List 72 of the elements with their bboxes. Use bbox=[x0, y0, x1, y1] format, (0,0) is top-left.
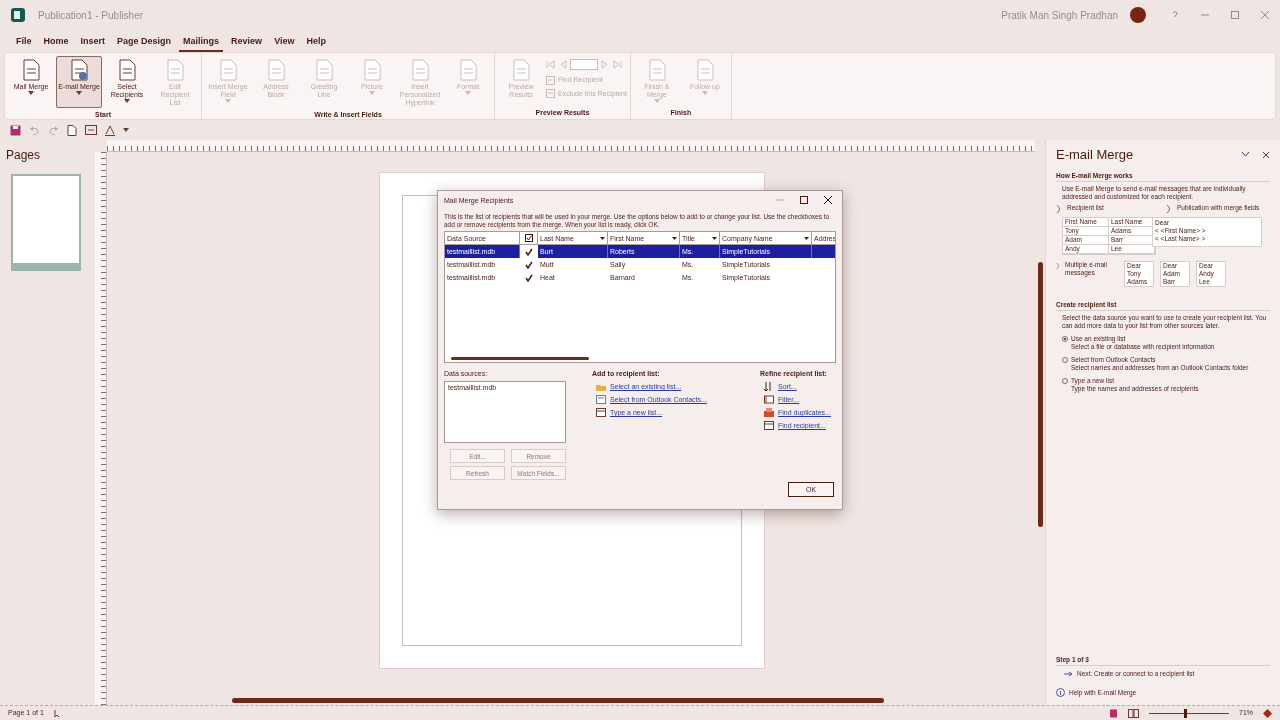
document-icon bbox=[69, 59, 89, 81]
window-title: Publication1 - Publisher bbox=[38, 8, 144, 23]
help-icon bbox=[1170, 10, 1180, 20]
document-icon bbox=[410, 59, 430, 81]
document-icon bbox=[511, 59, 531, 81]
cursor-icon bbox=[53, 708, 62, 718]
menu-tab[interactable]: Review bbox=[227, 34, 267, 52]
document-icon bbox=[646, 59, 667, 81]
document-icon bbox=[314, 59, 334, 81]
document-icon bbox=[362, 59, 382, 81]
sort-caret-icon bbox=[672, 236, 677, 240]
slider-thumb[interactable] bbox=[1183, 708, 1187, 718]
save-icon bbox=[10, 124, 21, 136]
contacts-icon bbox=[596, 395, 606, 404]
close-icon bbox=[1262, 151, 1270, 159]
minimize-icon bbox=[776, 196, 784, 204]
help-icon bbox=[1056, 688, 1065, 697]
document-icon bbox=[165, 59, 185, 81]
pages-pane-title: Pages bbox=[6, 147, 42, 164]
menu-tab[interactable]: Help bbox=[302, 34, 330, 52]
list-icon bbox=[546, 75, 555, 85]
close-icon bbox=[1260, 10, 1270, 20]
arrow-right-icon bbox=[1064, 671, 1073, 677]
fit-page-icon bbox=[1263, 708, 1272, 718]
sort-caret-icon bbox=[712, 236, 717, 240]
maximize-icon bbox=[800, 196, 808, 204]
chevron-down-icon bbox=[1241, 151, 1250, 157]
menu-tab[interactable]: File bbox=[12, 34, 36, 52]
two-page-icon bbox=[1128, 708, 1139, 718]
menu-tab[interactable]: Page Design bbox=[113, 34, 176, 52]
first-record-icon bbox=[546, 59, 555, 69]
sort-caret-icon bbox=[600, 236, 605, 240]
duplicates-icon bbox=[764, 408, 774, 417]
vertical-scrollbar[interactable] bbox=[1038, 262, 1043, 527]
horizontal-scrollbar[interactable] bbox=[232, 698, 884, 703]
task-pane-title: E-mail Merge bbox=[1056, 146, 1134, 164]
font-color-icon bbox=[105, 124, 115, 136]
find-icon bbox=[764, 421, 774, 430]
document-icon bbox=[266, 59, 286, 81]
last-record-icon bbox=[613, 59, 622, 69]
filter-icon bbox=[764, 395, 774, 404]
text-box-icon bbox=[85, 125, 97, 135]
menu-tab[interactable]: View bbox=[270, 34, 299, 52]
list-icon bbox=[546, 89, 555, 99]
avatar bbox=[1130, 7, 1146, 23]
sort-icon bbox=[764, 382, 774, 391]
document-icon bbox=[458, 59, 478, 81]
page-thumbnail[interactable] bbox=[11, 174, 81, 271]
document-icon bbox=[218, 59, 238, 81]
undo-icon bbox=[29, 124, 40, 136]
previous-record-icon bbox=[558, 59, 567, 69]
user-name: Pratik Man Singh Pradhan bbox=[1001, 8, 1118, 23]
zoom-slider[interactable] bbox=[1149, 708, 1229, 718]
sort-caret-icon bbox=[804, 236, 809, 240]
table-icon bbox=[596, 408, 606, 417]
caret-icon bbox=[123, 128, 129, 132]
document-icon bbox=[21, 59, 41, 81]
app-logo-icon bbox=[10, 7, 26, 23]
document-icon bbox=[117, 59, 137, 81]
single-page-icon bbox=[1109, 708, 1118, 718]
close-icon bbox=[824, 196, 832, 204]
horizontal-scrollbar[interactable] bbox=[451, 357, 589, 360]
next-record-icon bbox=[601, 59, 610, 69]
folder-icon bbox=[596, 382, 606, 391]
redo-icon bbox=[48, 124, 59, 136]
maximize-icon bbox=[1230, 10, 1240, 20]
menu-tab[interactable]: Insert bbox=[76, 34, 110, 52]
checkbox[interactable] bbox=[520, 245, 538, 258]
new-page-icon bbox=[67, 124, 77, 136]
checkmark-icon bbox=[524, 234, 533, 242]
document-icon bbox=[694, 59, 715, 81]
menu-tab[interactable]: Home bbox=[39, 34, 73, 52]
